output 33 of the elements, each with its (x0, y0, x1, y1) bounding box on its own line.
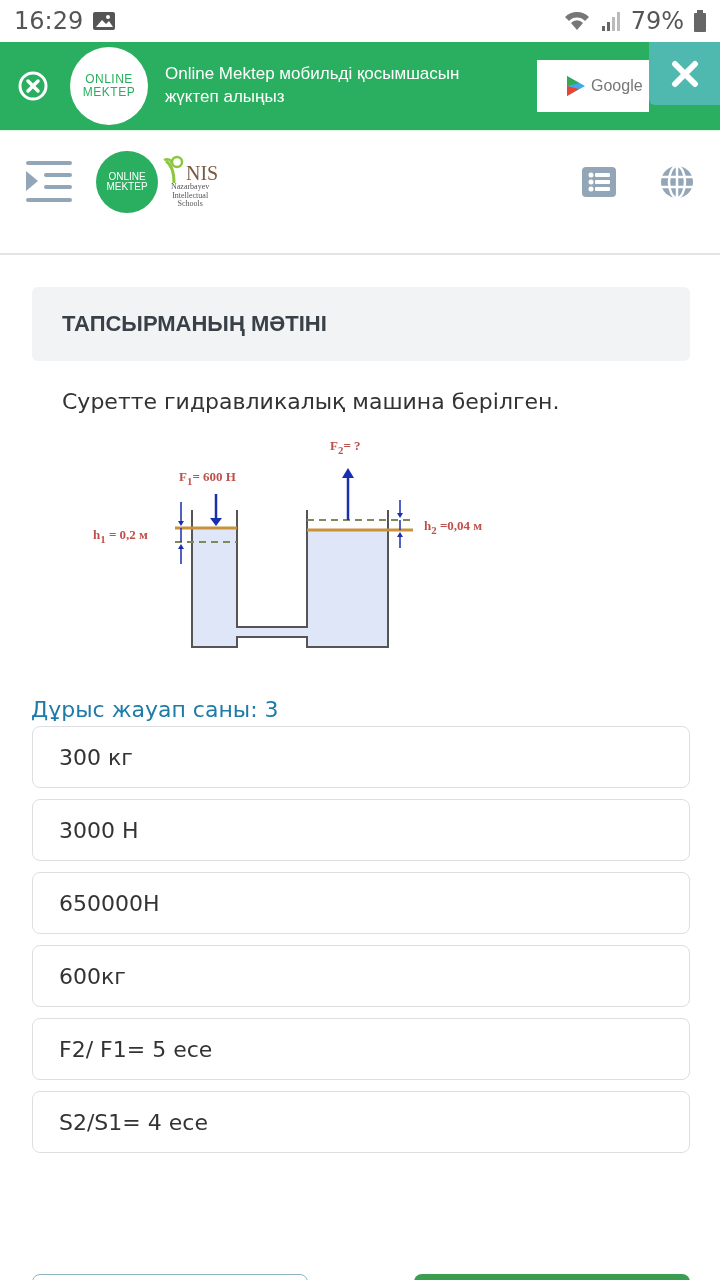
battery-percent: 79% (630, 7, 684, 35)
close-icon (670, 59, 699, 88)
battery-icon (694, 10, 706, 32)
nis-subtitle: Schools (177, 200, 203, 210)
answer-option[interactable]: 300 кг (32, 726, 690, 788)
task-heading: ТАПСЫРМАНЫҢ МӘТІНІ (32, 287, 690, 361)
status-time: 16:29 (14, 7, 84, 35)
answer-option[interactable]: S2/S1= 4 есе (32, 1091, 690, 1153)
online-mektep-logo: ONLINE MEKTEP (70, 47, 148, 125)
signal-icon (600, 10, 621, 32)
height-label: h$_{1}$ = 0,2 м (93, 528, 148, 545)
nis-title: NIS (186, 162, 219, 183)
answer-option[interactable]: 3000 Н (32, 799, 690, 861)
question-text: Суретте гидравликалық машина берілген. (62, 389, 561, 414)
answer-option[interactable]: 600кг (32, 945, 690, 1007)
globe-icon[interactable] (660, 165, 694, 199)
list-icon[interactable] (582, 167, 616, 197)
image-icon (93, 12, 116, 30)
banner-message: Online Mektep мобильді қосымшасын жүктеп алыңыз (165, 63, 461, 108)
answer-option[interactable]: 650000Н (32, 872, 690, 934)
google-play-button[interactable]: Google (537, 60, 649, 112)
force-label: F$_{1}$= 600 Н (179, 470, 236, 487)
answer-count-label: Дұрыс жауап саны: 3 (31, 697, 280, 722)
play-icon (567, 76, 585, 96)
close-icon[interactable] (17, 70, 49, 102)
nis-subtitle: Nazarbayev (171, 182, 210, 192)
force-label: F$_{2}$= ? (330, 439, 361, 456)
nis-subtitle: Intellectual (172, 191, 209, 200)
height-label: h$_{2}$ =0,04 м (424, 519, 483, 536)
menu-icon[interactable] (26, 161, 72, 203)
close-button[interactable] (649, 42, 720, 105)
sprout-icon (162, 154, 186, 183)
answer-option[interactable]: F2/ F1= 5 есе (32, 1018, 690, 1080)
